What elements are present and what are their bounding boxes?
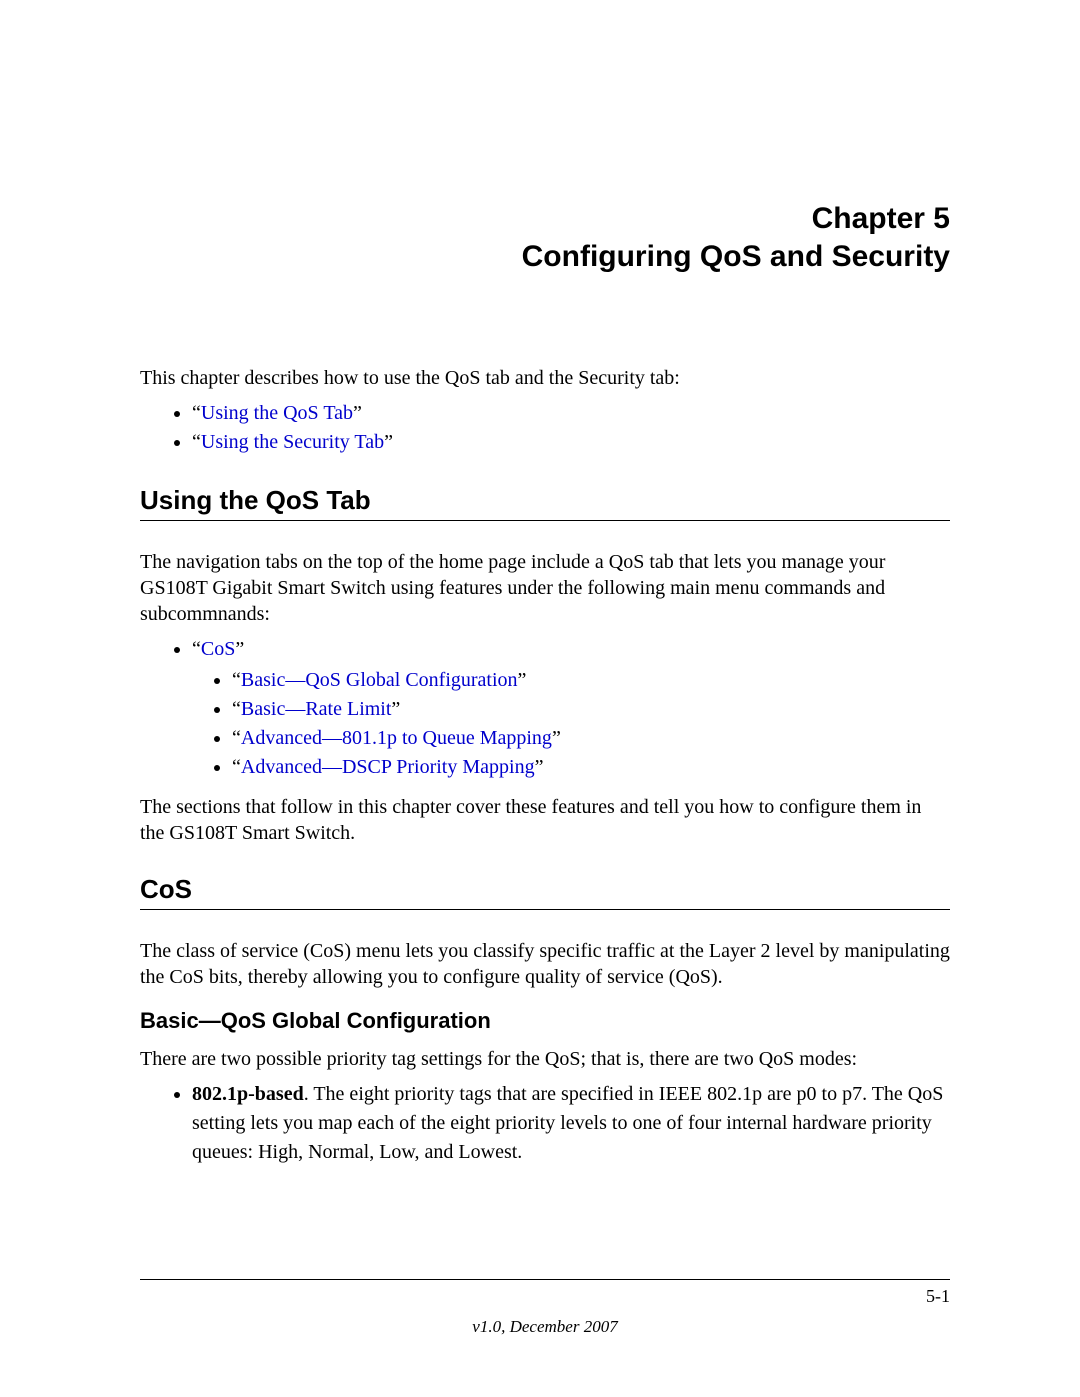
list-item: “Advanced—DSCP Priority Mapping”: [232, 753, 950, 782]
list-item: “Using the QoS Tab”: [192, 399, 950, 428]
chapter-number: Chapter 5: [140, 200, 950, 238]
link-advanced-8021p[interactable]: Advanced—801.1p to Queue Mapping: [241, 727, 552, 749]
link-using-security-tab[interactable]: Using the Security Tab: [201, 431, 384, 453]
footer-rule: [140, 1279, 950, 1280]
list-item: “Advanced—801.1p to Queue Mapping”: [232, 724, 950, 753]
list-item: “Using the Security Tab”: [192, 428, 950, 457]
list-item: “CoS” “Basic—QoS Global Configuration” “…: [192, 635, 950, 782]
document-page: Chapter 5 Configuring QoS and Security T…: [0, 0, 1080, 1397]
section3-bullets: 802.1p-based. The eight priority tags th…: [140, 1080, 950, 1167]
page-number: 5-1: [140, 1286, 950, 1307]
section-heading-cos: CoS: [140, 874, 950, 905]
list-item: “Basic—Rate Limit”: [232, 695, 950, 724]
section1-closing: The sections that follow in this chapter…: [140, 794, 950, 846]
chapter-name: Configuring QoS and Security: [140, 238, 950, 276]
intro-paragraph: This chapter describes how to use the Qo…: [140, 365, 950, 391]
bullet-rest-text: . The eight priority tags that are speci…: [192, 1083, 943, 1163]
section1-paragraph: The navigation tabs on the top of the ho…: [140, 549, 950, 627]
section3-paragraph: There are two possible priority tag sett…: [140, 1046, 950, 1072]
section2-paragraph: The class of service (CoS) menu lets you…: [140, 938, 950, 990]
section-heading-qos-tab: Using the QoS Tab: [140, 485, 950, 516]
list-item: 802.1p-based. The eight priority tags th…: [192, 1080, 950, 1167]
section-rule: [140, 520, 950, 521]
link-basic-rate-limit[interactable]: Basic—Rate Limit: [241, 698, 392, 720]
chapter-title: Chapter 5 Configuring QoS and Security: [140, 200, 950, 275]
link-cos[interactable]: CoS: [201, 638, 235, 660]
subsection-heading-basic-qos: Basic—QoS Global Configuration: [140, 1008, 950, 1034]
nested-list: “Basic—QoS Global Configuration” “Basic—…: [192, 666, 950, 782]
bullet-bold-term: 802.1p-based: [192, 1083, 304, 1105]
section-rule: [140, 909, 950, 910]
link-using-qos-tab[interactable]: Using the QoS Tab: [201, 402, 353, 424]
version-text: v1.0, December 2007: [140, 1317, 950, 1337]
link-advanced-dscp[interactable]: Advanced—DSCP Priority Mapping: [241, 756, 535, 778]
list-item: “Basic—QoS Global Configuration”: [232, 666, 950, 695]
intro-link-list: “Using the QoS Tab” “Using the Security …: [140, 399, 950, 457]
link-basic-qos-global[interactable]: Basic—QoS Global Configuration: [241, 669, 518, 691]
page-footer: 5-1 v1.0, December 2007: [140, 1279, 950, 1337]
section1-bullets: “CoS” “Basic—QoS Global Configuration” “…: [140, 635, 950, 782]
